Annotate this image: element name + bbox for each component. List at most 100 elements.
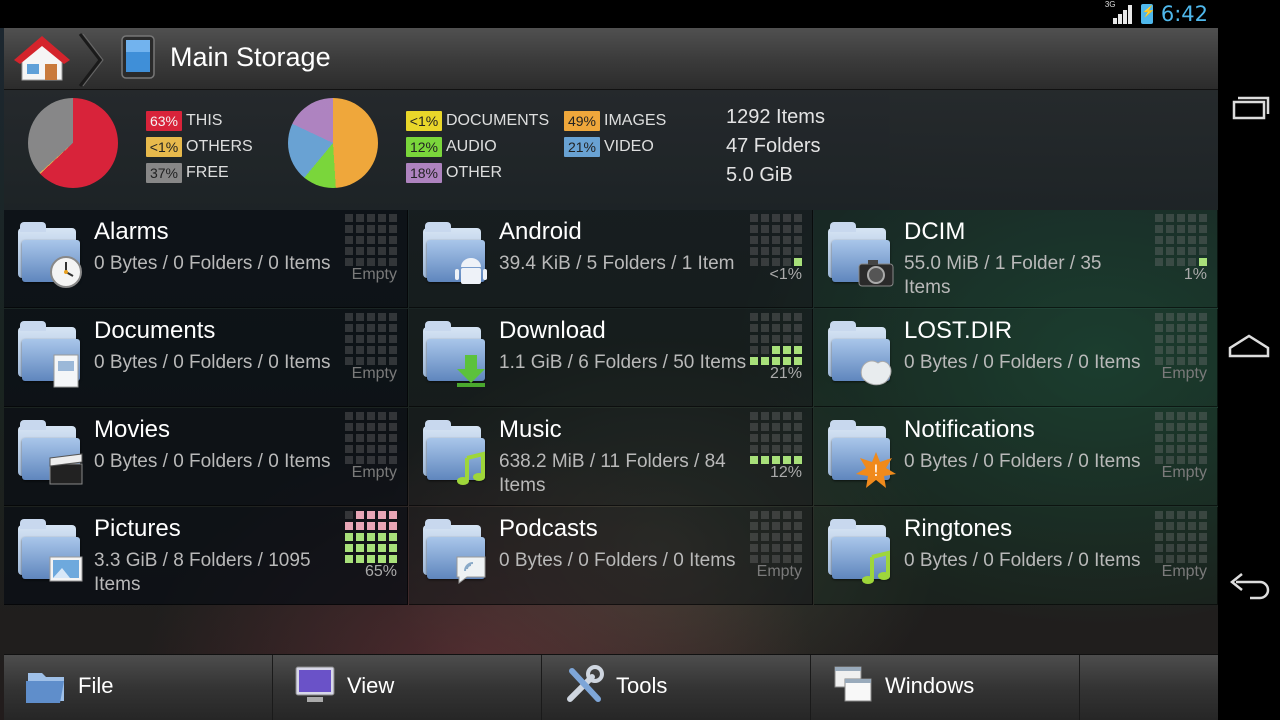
breadcrumb-bar: Main Storage	[4, 28, 1218, 90]
usage-meter	[1155, 214, 1207, 266]
legend-label: AUDIO	[446, 138, 497, 155]
usage-meter	[750, 214, 802, 266]
folder-icon	[16, 420, 83, 485]
svg-text:!: !	[873, 461, 879, 480]
usage-meter	[345, 214, 397, 266]
usage-percent: 65%	[364, 563, 397, 580]
folder-details: 0 Bytes / 0 Folders / 0 Items	[904, 352, 1141, 373]
signal-icon: 3G	[1105, 0, 1133, 24]
picture-icon	[46, 549, 86, 589]
folder-details: 0 Bytes / 0 Folders / 0 Items	[904, 451, 1141, 472]
folder-name: Pictures	[94, 515, 181, 542]
usage-percent: 12%	[769, 464, 802, 481]
file-manager-app: Main Storage 63% THIS <1% OTHERS 37% FREE <1%…	[0, 28, 1218, 720]
folder-tile[interactable]: Ringtones 0 Bytes / 0 Folders / 0 Items Em…	[814, 507, 1218, 605]
legend-percent-badge: 18%	[406, 163, 442, 183]
usage-meter	[345, 511, 397, 563]
folder-name: DCIM	[904, 218, 966, 245]
total-size: 5.0 GiB	[726, 164, 793, 186]
usage-percent: Empty	[756, 563, 802, 580]
folder-icon	[826, 222, 894, 287]
folder-icon: !	[826, 420, 896, 488]
folder-icon	[421, 519, 487, 584]
folder-tile[interactable]: ! Notifications 0 Bytes / 0 Folders / 0 It…	[814, 408, 1218, 506]
folder-name: Music	[499, 416, 562, 443]
folder-name: Movies	[94, 416, 171, 443]
file-type-pie-chart	[288, 98, 378, 188]
battery-charging-icon	[1140, 4, 1156, 24]
bottom-menu-bar: File View Tools Windows	[4, 654, 1218, 720]
legend-entry: <1% DOCUMENTS	[406, 110, 549, 132]
usage-meter	[1155, 412, 1207, 464]
usage-meter	[750, 313, 802, 365]
legend-percent-badge: 37%	[146, 163, 182, 183]
folder-details: 0 Bytes / 0 Folders / 0 Items	[499, 550, 736, 571]
android-icon	[451, 252, 491, 292]
folder-details: 3.3 GiB / 8 Folders / 1095 Items	[94, 550, 311, 595]
music-note-icon	[856, 549, 896, 589]
clock-icon	[46, 252, 86, 292]
usage-percent: 21%	[769, 365, 802, 382]
folder-icon	[16, 222, 82, 288]
folder-count: 47 Folders	[726, 135, 821, 157]
folder-name: Download	[499, 317, 606, 344]
folder-icon	[16, 321, 82, 388]
usage-meter	[1155, 511, 1207, 563]
legend-label: VIDEO	[604, 138, 654, 155]
recent-apps-icon[interactable]	[1224, 86, 1274, 136]
folder-tile[interactable]: DCIM 55.0 MiB / 1 Folder / 35 Items 1%	[814, 210, 1218, 308]
legend-percent-badge: <1%	[406, 111, 442, 131]
menu-view-button[interactable]: View	[273, 655, 542, 720]
folder-icon	[826, 519, 892, 584]
folder-tile[interactable]: LOST.DIR 0 Bytes / 0 Folders / 0 Items Emp…	[814, 309, 1218, 407]
storage-usage-pie-chart	[28, 98, 118, 188]
usage-percent: 1%	[1183, 266, 1207, 283]
folder-tile[interactable]: Alarms 0 Bytes / 0 Folders / 0 Items Empty	[4, 210, 408, 308]
camera-icon	[856, 252, 896, 292]
legend-entry: 63% THIS	[146, 110, 222, 132]
folder-tile[interactable]: Podcasts 0 Bytes / 0 Folders / 0 Items Emp…	[409, 507, 813, 605]
tablet-device-icon[interactable]	[120, 34, 156, 80]
download-arrow-icon	[451, 351, 491, 391]
folder-icon	[26, 673, 64, 703]
legend-entry: <1% OTHERS	[146, 136, 253, 158]
folder-name: Android	[499, 218, 582, 245]
folder-name: Ringtones	[904, 515, 1013, 542]
item-count: 1292 Items	[726, 106, 825, 128]
folder-details: 39.4 KiB / 5 Folders / 1 Item	[499, 253, 735, 274]
folder-icon	[16, 519, 83, 583]
menu-tools-button[interactable]: Tools	[542, 655, 811, 720]
folder-tile[interactable]: Movies 0 Bytes / 0 Folders / 0 Items Empty	[4, 408, 408, 506]
folder-tile[interactable]: Download 1.1 GiB / 6 Folders / 50 Items 21…	[409, 309, 813, 407]
usage-meter	[345, 313, 397, 365]
legend-label: OTHER	[446, 164, 502, 181]
legend-label: OTHERS	[186, 138, 253, 155]
alert-icon: !	[856, 450, 896, 490]
folder-icon	[421, 321, 487, 387]
clock: 6:42	[1160, 2, 1208, 26]
legend-label: THIS	[186, 112, 223, 129]
folder-details: 1.1 GiB / 6 Folders / 50 Items	[499, 352, 747, 373]
usage-percent: Empty	[351, 464, 397, 481]
folder-details: 0 Bytes / 0 Folders / 0 Items	[904, 550, 1141, 571]
folder-tile[interactable]: Documents 0 Bytes / 0 Folders / 0 Items Em…	[4, 309, 408, 407]
legend-label: FREE	[186, 164, 229, 181]
back-icon[interactable]	[1224, 560, 1274, 610]
folder-icon	[421, 420, 487, 485]
folder-tile[interactable]: Android 39.4 KiB / 5 Folders / 1 Item <1%	[409, 210, 813, 308]
folder-details: 638.2 MiB / 11 Folders / 84 Items	[499, 451, 726, 496]
folder-details: 0 Bytes / 0 Folders / 0 Items	[94, 451, 331, 472]
tools-icon	[567, 665, 604, 702]
folder-tile[interactable]: Pictures 3.3 GiB / 8 Folders / 1095 Items…	[4, 507, 408, 605]
menu-windows-button[interactable]: Windows	[811, 655, 1080, 720]
menu-file-button[interactable]: File	[4, 655, 273, 720]
legend-percent-badge: <1%	[146, 137, 182, 157]
home-icon[interactable]	[12, 34, 72, 84]
legend-entry: 18% OTHER	[406, 162, 502, 184]
folder-details: 0 Bytes / 0 Folders / 0 Items	[94, 253, 331, 274]
status-bar: 3G 6:42	[0, 0, 1280, 28]
home-icon[interactable]	[1224, 322, 1274, 372]
folder-name: Podcasts	[499, 515, 598, 542]
folder-tile[interactable]: Music 638.2 MiB / 11 Folders / 84 Items 12…	[409, 408, 813, 506]
folder-details: 55.0 MiB / 1 Folder / 35 Items	[904, 253, 1102, 298]
